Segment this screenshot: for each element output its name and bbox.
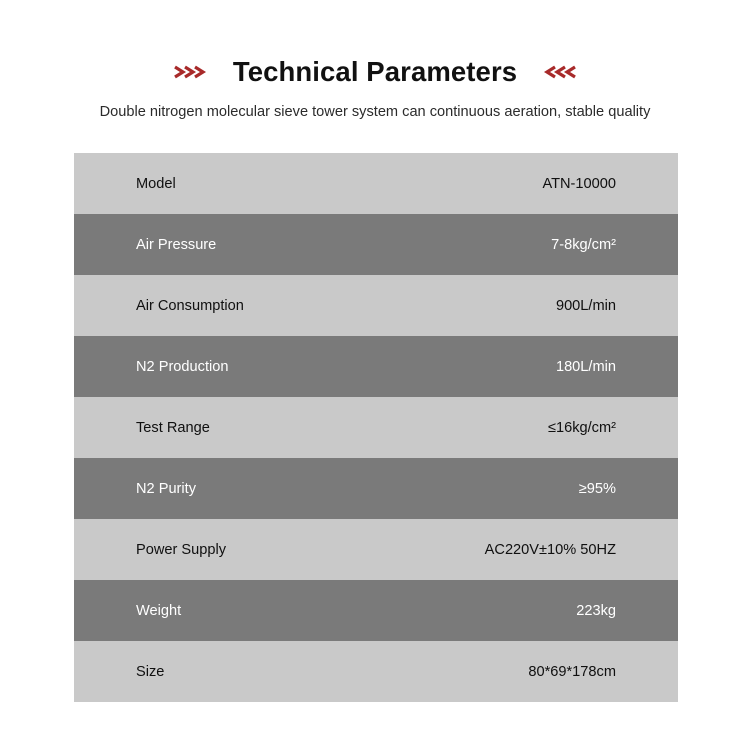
page-title: Technical Parameters	[232, 56, 518, 88]
table-row: Air Consumption 900L/min	[74, 275, 678, 336]
spec-label: N2 Purity	[136, 480, 197, 497]
spec-label: Power Supply	[136, 541, 227, 558]
spec-label: Air Pressure	[136, 236, 217, 253]
title-row: Technical Parameters	[0, 52, 750, 92]
spec-label: N2 Production	[136, 358, 229, 375]
table-row: N2 Purity ≥95%	[74, 458, 678, 519]
spec-value: ≤16kg/cm²	[547, 419, 616, 436]
table-row: Size 80*69*178cm	[74, 641, 678, 702]
table-row: Power Supply AC220V±10% 50HZ	[74, 519, 678, 580]
spec-table: Model ATN-10000 Air Pressure 7-8kg/cm² A…	[74, 153, 678, 702]
spec-value: AC220V±10% 50HZ	[484, 541, 616, 558]
spec-value: 7-8kg/cm²	[551, 236, 616, 253]
page-header: Technical Parameters Double nitrogen mol…	[0, 0, 750, 122]
spec-value: 80*69*178cm	[528, 663, 616, 680]
table-row: Weight 223kg	[74, 580, 678, 641]
spec-label: Weight	[136, 602, 182, 619]
table-row: Test Range ≤16kg/cm²	[74, 397, 678, 458]
spec-label: Test Range	[136, 419, 210, 436]
technical-parameters-page: Technical Parameters Double nitrogen mol…	[0, 0, 750, 750]
spec-value: ATN-10000	[542, 175, 616, 192]
spec-value: 223kg	[576, 602, 616, 619]
chevrons-left-icon	[539, 62, 579, 82]
spec-label: Model	[136, 175, 176, 192]
spec-value: 900L/min	[555, 297, 616, 314]
spec-label: Air Consumption	[136, 297, 244, 314]
table-row: Air Pressure 7-8kg/cm²	[74, 214, 678, 275]
spec-label: Size	[136, 663, 165, 680]
chevrons-right-icon	[171, 62, 211, 82]
page-subtitle: Double nitrogen molecular sieve tower sy…	[99, 104, 651, 120]
spec-value: 180L/min	[555, 358, 616, 375]
table-row: N2 Production 180L/min	[74, 336, 678, 397]
table-row: Model ATN-10000	[74, 153, 678, 214]
spec-value: ≥95%	[578, 480, 616, 497]
